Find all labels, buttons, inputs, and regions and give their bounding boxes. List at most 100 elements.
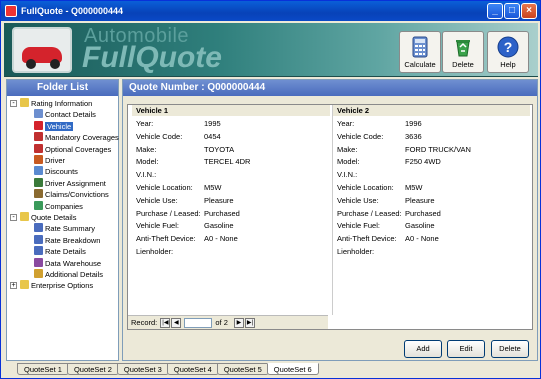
companies-icon: [34, 200, 43, 210]
field-label: Model:: [136, 157, 159, 167]
folder-list-panel: Folder List - Rating Information Contact D…: [6, 79, 119, 361]
tree-item-label: Driver: [45, 156, 65, 165]
tree-item-rate-breakdown[interactable]: Rate Breakdown: [34, 234, 100, 246]
rate-icon: [34, 246, 43, 256]
claims-icon: [34, 189, 43, 199]
next-record-button[interactable]: ▶: [233, 318, 244, 329]
field-label: Vehicle Fuel:: [337, 221, 380, 231]
recycle-bin-icon: [452, 36, 474, 58]
tree-item-label: Discounts: [45, 167, 78, 177]
vehicle-field-row: Purchase / Leased: Purchased: [337, 208, 441, 220]
vehicle-field-row: Purchase / Leased: Purchased: [136, 208, 240, 220]
tree-item-data-warehouse[interactable]: Data Warehouse: [34, 257, 101, 269]
last-record-button[interactable]: ▶|: [244, 318, 255, 329]
discount-icon: [34, 166, 43, 176]
field-value: Gasoline: [204, 221, 234, 231]
close-button[interactable]: ×: [521, 3, 537, 19]
prev-record-button[interactable]: ◀: [171, 318, 182, 329]
warehouse-icon: [34, 257, 43, 267]
tree-item-label: Contact Details: [45, 110, 96, 120]
field-value: Gasoline: [405, 221, 435, 231]
tree-expander[interactable]: -: [10, 100, 17, 107]
contact-icon: [34, 109, 43, 119]
tree-expander[interactable]: -: [10, 214, 17, 221]
tree-item-label: Vehicle: [45, 121, 74, 131]
help-button[interactable]: ? Help: [487, 31, 529, 73]
add-button[interactable]: Add: [404, 340, 442, 358]
delete-button[interactable]: Delete: [491, 340, 529, 358]
record-navigator: Record: |◀ ◀ of 2 ▶ ▶|: [128, 315, 328, 329]
vehicle-field-row: Vehicle Code: 3636: [337, 131, 422, 143]
logo-fullquote-text: FullQuote: [82, 41, 222, 74]
car-logo-icon: [12, 27, 72, 73]
field-label: Vehicle Use:: [136, 195, 178, 205]
minimize-button[interactable]: _: [487, 3, 503, 19]
tree-item-enterprise-options[interactable]: Enterprise Options: [20, 280, 93, 291]
first-record-button[interactable]: |◀: [160, 318, 171, 329]
folder-list-title: Folder List: [7, 80, 118, 96]
field-value: FORD TRUCK/VAN: [405, 144, 471, 154]
calculator-icon: [409, 36, 431, 58]
field-value: M5W: [204, 183, 222, 192]
vehicle-field-row: Vehicle Fuel: Gasoline: [337, 220, 435, 232]
tree-item-rate-details[interactable]: Rate Details: [34, 246, 86, 257]
field-label: Lienholder:: [136, 247, 174, 256]
field-label: Purchase / Leased:: [136, 208, 201, 218]
tree-item-contact-details[interactable]: Contact Details: [34, 109, 96, 120]
field-label: Vehicle Location:: [337, 183, 394, 192]
field-value: M5W: [405, 183, 423, 192]
tree-item-additional-details[interactable]: Additional Details: [34, 269, 103, 280]
folder-open-icon: [20, 98, 29, 107]
app-icon: [5, 5, 17, 17]
field-label: Year:: [337, 119, 355, 128]
tree-item-driver-assignment[interactable]: Driver Assignment: [34, 177, 106, 189]
field-value: 3636: [405, 131, 422, 141]
tab-quoteset-2[interactable]: QuoteSet 2: [66, 363, 119, 375]
tree-item-label: Claims/Convictions: [45, 190, 109, 200]
umbrella-icon: [34, 132, 43, 142]
assign-icon: [34, 177, 43, 187]
tree-item-rate-summary[interactable]: Rate Summary: [34, 223, 95, 234]
vehicle-grid: Vehicle 1 Year: 1995 Vehicle Code: 0454 Make…: [127, 104, 533, 330]
tree-item-mandatory-coverages[interactable]: Mandatory Coverages: [34, 132, 119, 143]
tree-item-driver[interactable]: Driver: [34, 155, 65, 166]
vehicle-field-row: Anti-Theft Device: A0 - None: [337, 233, 439, 245]
tab-quoteset-5[interactable]: QuoteSet 5: [216, 363, 269, 375]
calculate-button[interactable]: Calculate: [399, 31, 441, 73]
edit-button[interactable]: Edit: [447, 340, 485, 358]
field-label: Make:: [337, 144, 358, 154]
title-bar[interactable]: FullQuote - Q000000444 _ □ ×: [1, 1, 540, 21]
field-label: Anti-Theft Device:: [136, 234, 196, 244]
vehicle-1-title: Vehicle 1: [132, 105, 330, 116]
field-value: A0 - None: [204, 234, 238, 244]
tree-item-rating-information[interactable]: Rating Information: [20, 98, 92, 109]
app-window: FullQuote - Q000000444 _ □ × Automobile …: [0, 0, 541, 379]
tree-item-optional-coverages[interactable]: Optional Coverages: [34, 143, 111, 155]
tab-quoteset-4[interactable]: QuoteSet 4: [166, 363, 219, 375]
quoteset-tabs: QuoteSet 1 QuoteSet 2 QuoteSet 3 QuoteSet 4…: [17, 363, 319, 377]
field-label: Vehicle Fuel:: [136, 221, 179, 231]
vehicle-field-row: Vehicle Use: Pleasure: [136, 195, 234, 207]
rate-icon: [34, 234, 43, 244]
help-icon: ?: [497, 36, 519, 58]
maximize-button[interactable]: □: [504, 3, 520, 19]
umbrella-icon: [34, 143, 43, 153]
record-number-input[interactable]: [184, 318, 213, 329]
vehicle-field-row: Make: FORD TRUCK/VAN: [337, 144, 471, 156]
tab-quoteset-1[interactable]: QuoteSet 1: [17, 363, 69, 375]
delete-toolbar-button[interactable]: Delete: [442, 31, 484, 73]
tree-expander[interactable]: +: [10, 282, 17, 290]
vehicle-field-row: Model: F250 4WD: [337, 156, 441, 168]
tree-item-companies[interactable]: Companies: [34, 200, 83, 212]
tree-item-quote-details[interactable]: Quote Details: [20, 212, 76, 223]
quote-number-header: Quote Number : Q000000444: [123, 80, 537, 96]
tree-item-claims-convictions[interactable]: Claims/Convictions: [34, 189, 109, 200]
vehicle-field-row: Vehicle Location: M5W: [136, 182, 222, 194]
tree-item-vehicle[interactable]: Vehicle: [34, 120, 74, 132]
folder-open-icon: [20, 212, 29, 221]
tree-item-discounts[interactable]: Discounts: [34, 166, 78, 177]
tab-quoteset-3[interactable]: QuoteSet 3: [116, 363, 169, 375]
tab-quoteset-6[interactable]: QuoteSet 6: [266, 363, 319, 375]
quote-panel: Quote Number : Q000000444 Vehicle 1 Year…: [122, 79, 538, 361]
vehicle-field-row: Model: TERCEL 4DR: [136, 156, 250, 168]
